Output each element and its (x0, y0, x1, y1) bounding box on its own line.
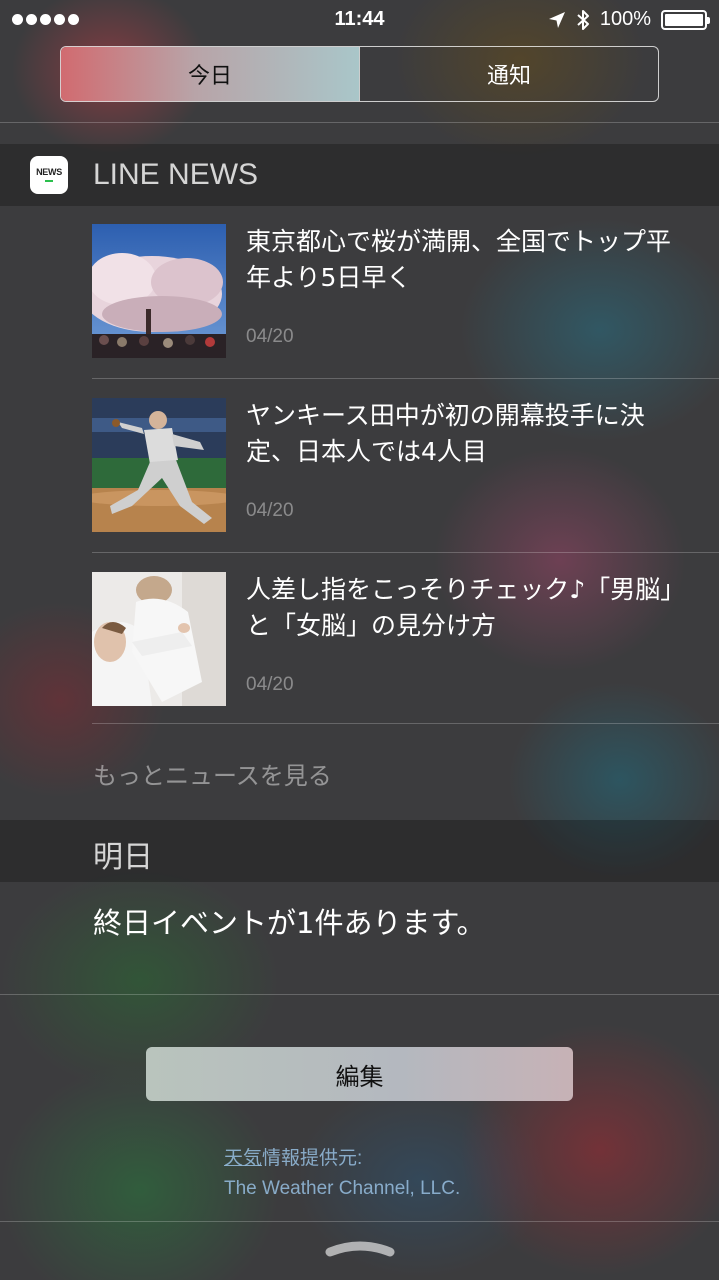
today-notifications-segment: 今日 通知 (60, 46, 659, 102)
widget-title: LINE NEWS (93, 158, 259, 191)
line-news-header[interactable]: NEWS LINE NEWS (0, 144, 719, 206)
divider (0, 1221, 719, 1222)
battery-fill (665, 13, 703, 26)
location-arrow-icon (548, 11, 565, 28)
line-news-app-icon: NEWS (30, 156, 68, 194)
weather-provider: The Weather Channel, LLC. (224, 1178, 461, 1199)
news-date: 04/20 (246, 326, 294, 347)
news-title: ヤンキース田中が初の開幕投手に決定、日本人では4人目 (246, 401, 645, 466)
battery-percent: 100% (599, 8, 651, 30)
status-bar: 11:44 100% (0, 0, 719, 40)
event-summary[interactable]: 終日イベントが1件あります。 (93, 900, 486, 942)
news-item[interactable]: ヤンキース田中が初の開幕投手に決定、日本人では4人目 04/20 (92, 398, 719, 572)
news-title: 人差し指をこっそりチェック♪「男脳」と「女脳」の見分け方 (246, 575, 686, 640)
tomorrow-title: 明日 (93, 840, 153, 875)
item-divider (92, 552, 719, 553)
bluetooth-icon (577, 9, 589, 30)
news-item[interactable]: 東京都心で桜が満開、全国でトップ平年より5日早く 04/20 (92, 224, 719, 398)
more-news-link[interactable]: もっとニュースを見る (93, 756, 332, 791)
status-right-group: 100% (548, 8, 710, 31)
tomorrow-header: 明日 (0, 820, 719, 882)
notification-center: 11:44 100% 今日 通知 NEWS LINE NEWS 東京都心で桜が満… (0, 0, 719, 1280)
battery-icon (661, 9, 710, 30)
weather-attribution: 天気情報提供元: The Weather Channel, LLC. (224, 1144, 460, 1204)
divider (0, 994, 719, 995)
news-date: 04/20 (246, 500, 294, 521)
cherry-blossom-thumbnail (92, 224, 226, 358)
news-date: 04/20 (246, 674, 294, 695)
news-title: 東京都心で桜が満開、全国でトップ平年より5日早く (246, 227, 672, 292)
couple-thumbnail (92, 572, 226, 706)
edit-button[interactable]: 編集 (146, 1047, 573, 1101)
news-item[interactable]: 人差し指をこっそりチェック♪「男脳」と「女脳」の見分け方 04/20 (92, 572, 719, 746)
pull-handle-icon[interactable] (324, 1238, 396, 1264)
tab-notifications[interactable]: 通知 (359, 47, 658, 101)
tab-today[interactable]: 今日 (61, 47, 359, 101)
divider (0, 122, 719, 123)
item-divider (92, 723, 719, 724)
item-divider (92, 378, 719, 379)
attribution-label: 情報提供元: (262, 1148, 363, 1169)
baseball-pitcher-thumbnail (92, 398, 226, 532)
weather-link[interactable]: 天気 (224, 1148, 262, 1169)
